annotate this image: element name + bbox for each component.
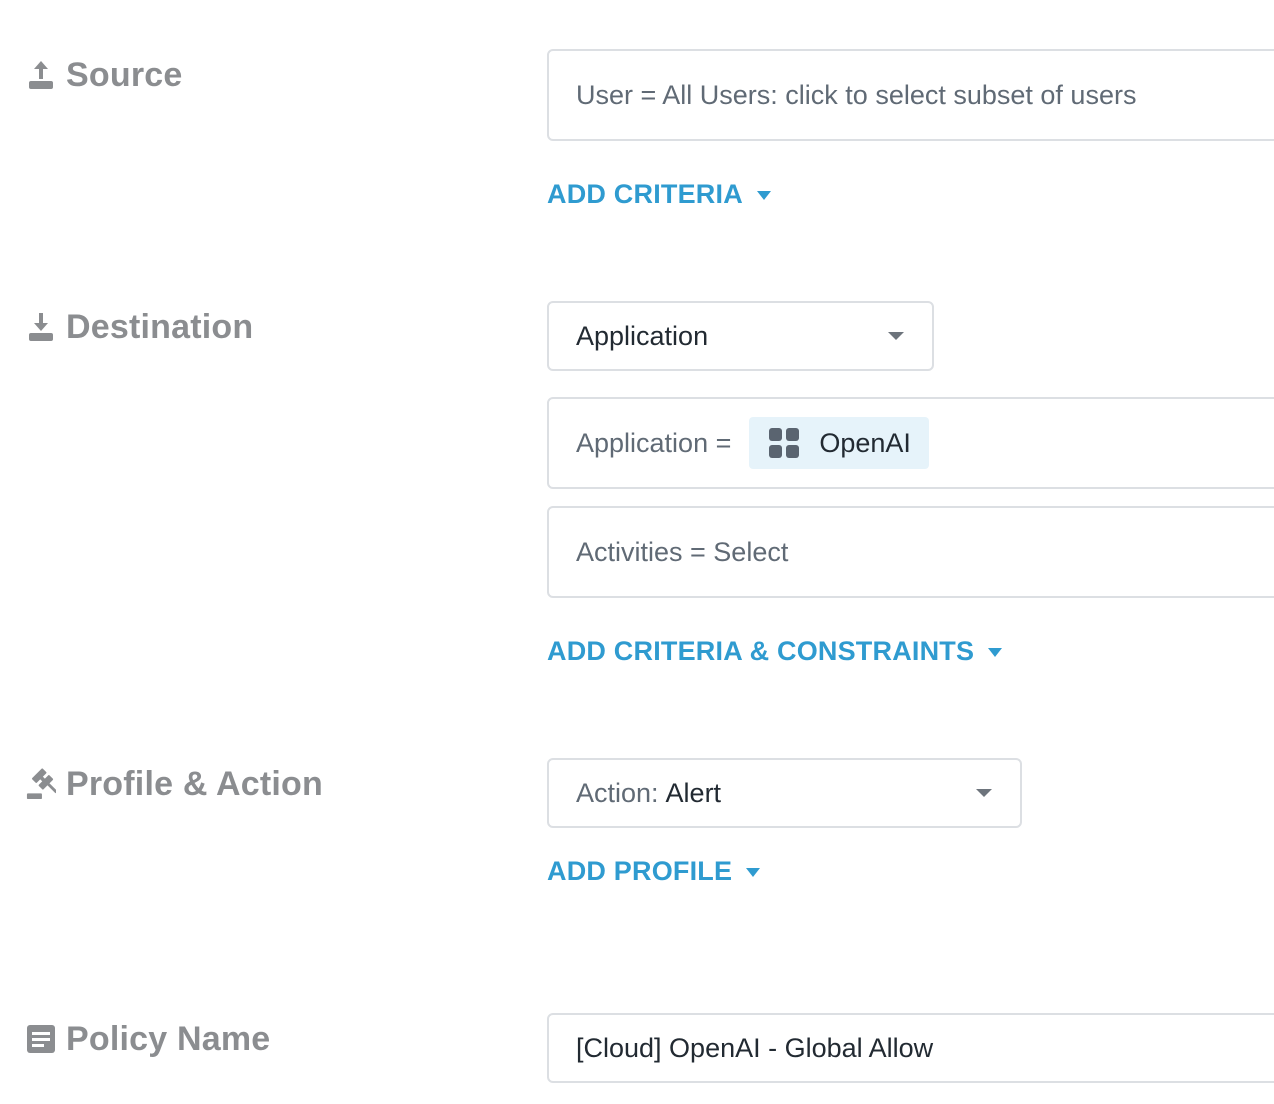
source-section-label: Source	[26, 50, 182, 100]
caret-down-icon	[756, 190, 771, 200]
caret-down-icon	[746, 867, 761, 877]
policy-name-input[interactable]: [Cloud] OpenAI - Global Allow	[547, 1013, 1274, 1083]
gavel-icon	[26, 767, 56, 801]
action-prefix: Action:	[576, 777, 659, 808]
application-chip[interactable]: OpenAI	[749, 417, 929, 469]
add-criteria-button[interactable]: ADD CRITERIA	[547, 176, 771, 212]
policy-name-value: [Cloud] OpenAI - Global Allow	[576, 1032, 934, 1063]
source-user-text: User = All Users: click to select subset…	[576, 79, 1137, 110]
policy-name-section-label: Policy Name	[26, 1014, 270, 1064]
application-field[interactable]: Application = OpenAI	[547, 397, 1274, 489]
upload-icon	[26, 58, 56, 92]
chevron-down-icon	[888, 332, 904, 340]
destination-type-select[interactable]: Application	[547, 301, 934, 371]
destination-label-text: Destination	[66, 307, 254, 346]
add-criteria-label: ADD CRITERIA	[547, 178, 743, 209]
destination-section-label: Destination	[26, 302, 253, 352]
add-profile-label: ADD PROFILE	[547, 855, 733, 886]
chevron-down-icon	[976, 789, 992, 797]
activities-field[interactable]: Activities = Select	[547, 506, 1274, 598]
action-select[interactable]: Action: Alert	[547, 758, 1022, 828]
add-criteria-constraints-button[interactable]: ADD CRITERIA & CONSTRAINTS	[547, 633, 1003, 669]
download-icon	[26, 310, 56, 344]
caret-down-icon	[988, 647, 1003, 657]
add-criteria-constraints-label: ADD CRITERIA & CONSTRAINTS	[547, 635, 975, 666]
destination-type-value: Application	[576, 320, 709, 351]
policy-name-label-text: Policy Name	[66, 1019, 271, 1058]
add-profile-button[interactable]: ADD PROFILE	[547, 853, 761, 889]
profile-action-label-text: Profile & Action	[66, 764, 323, 803]
profile-action-section-label: Profile & Action	[26, 759, 323, 809]
source-user-field[interactable]: User = All Users: click to select subset…	[547, 49, 1274, 141]
application-chip-label: OpenAI	[819, 427, 911, 458]
source-label-text: Source	[66, 55, 183, 94]
activities-text: Activities = Select	[576, 536, 789, 567]
application-prefix: Application =	[576, 427, 732, 458]
document-icon	[26, 1022, 56, 1056]
action-value: Alert	[665, 777, 722, 808]
policy-editor: Source User = All Users: click to select…	[0, 0, 1274, 1104]
app-grid-icon	[769, 428, 800, 458]
